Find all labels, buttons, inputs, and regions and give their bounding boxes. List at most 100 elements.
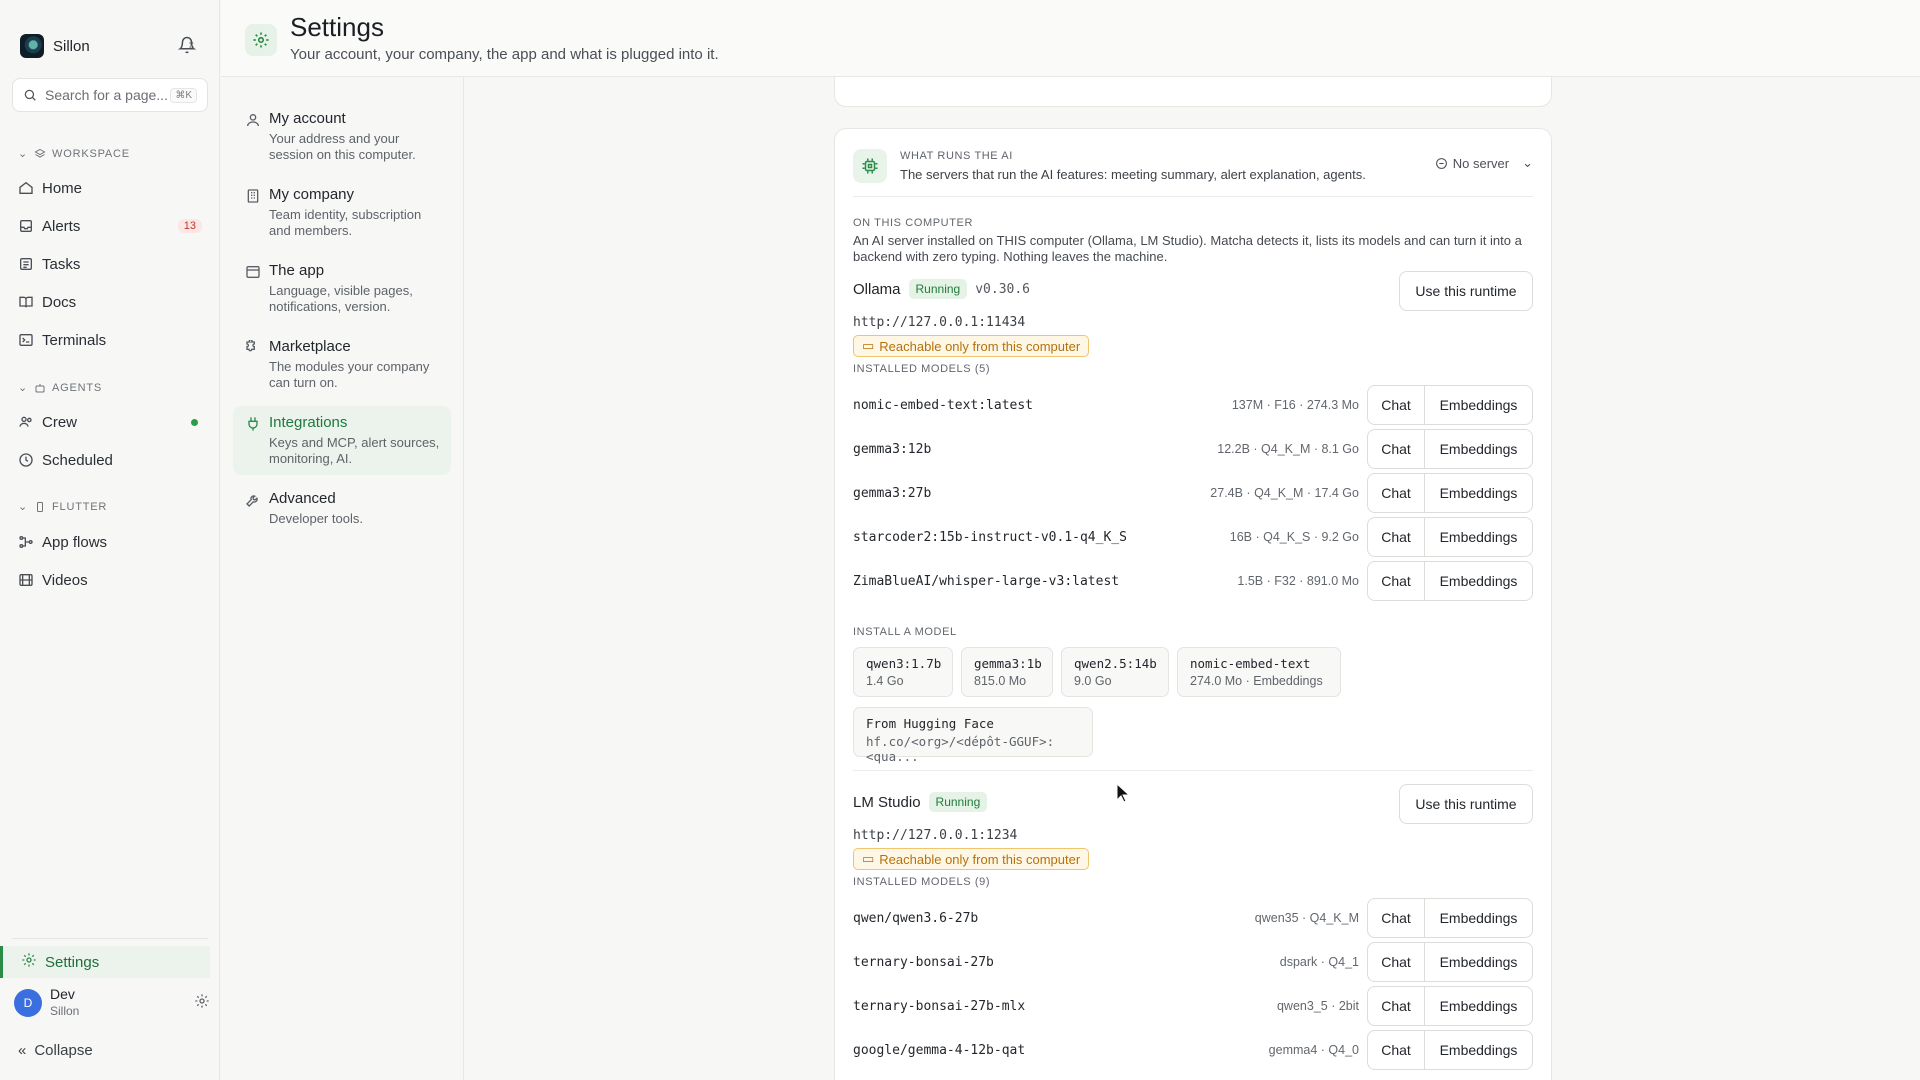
use-runtime-button[interactable]: Use this runtime: [1399, 271, 1533, 311]
sidebar-item-label: Docs: [42, 293, 77, 311]
sidebar-item-settings[interactable]: Settings: [0, 946, 210, 978]
sidebar-item-label: Terminals: [42, 331, 107, 349]
main-content: WHAT RUNS THE AI The servers that run th…: [464, 77, 1920, 1080]
embeddings-button[interactable]: Embeddings: [1425, 385, 1533, 425]
sidebar-item-terminals[interactable]: Terminals: [12, 325, 208, 355]
embeddings-button[interactable]: Embeddings: [1425, 517, 1533, 557]
install-from-hugging-face[interactable]: From Hugging Face hf.co/<org>/<dépôt-GGU…: [853, 707, 1093, 764]
bell-icon[interactable]: [177, 36, 197, 54]
settings-nav-marketplace[interactable]: Marketplace The modules your company can…: [233, 330, 451, 399]
model-name: ternary-bonsai-27b: [853, 954, 994, 970]
search-placeholder: Search for a page...: [45, 87, 168, 103]
install-option-name: qwen3:1.7b: [866, 656, 942, 671]
card-header: WHAT RUNS THE AI The servers that run th…: [853, 147, 1533, 197]
online-dot: [191, 418, 198, 426]
install-option-size: 9.0 Go: [1074, 674, 1112, 688]
settings-nav-my-company[interactable]: My company Team identity, subscription a…: [233, 178, 451, 247]
previous-card: [834, 77, 1552, 107]
settings-nav-desc: Keys and MCP, alert sources, monitoring,…: [269, 435, 440, 466]
local-section-description: An AI server installed on THIS computer …: [853, 233, 1522, 264]
sidebar-item-alerts[interactable]: Alerts 13: [12, 211, 208, 241]
model-name: gemma3:12b: [853, 441, 932, 457]
model-meta: 12.2B · Q4_K_M · 8.1 Go: [1217, 442, 1359, 456]
sidebar-item-label: Alerts: [42, 217, 81, 235]
gear-icon: [21, 952, 37, 972]
installed-models-label: INSTALLED MODELS (5): [853, 363, 991, 375]
chat-button[interactable]: Chat: [1367, 561, 1425, 601]
collapse-label: Collapse: [34, 1042, 93, 1059]
settings-nav-the-app[interactable]: The app Language, visible pages, notific…: [233, 254, 451, 323]
sidebar-item-scheduled[interactable]: Scheduled: [12, 445, 208, 475]
install-option-size: 1.4 Go: [866, 674, 904, 688]
gear-icon[interactable]: [194, 993, 210, 1013]
chat-button[interactable]: Chat: [1367, 986, 1425, 1026]
settings-nav-title: The app: [269, 262, 325, 279]
install-option-qwen2.5-14b[interactable]: qwen2.5:14b 9.0 Go: [1061, 647, 1169, 697]
embeddings-button[interactable]: Embeddings: [1425, 898, 1533, 938]
sidebar-item-videos[interactable]: Videos: [12, 565, 208, 595]
install-option-name: qwen2.5:14b: [1074, 656, 1157, 671]
card-kicker: WHAT RUNS THE AI: [900, 150, 1013, 162]
install-option-gemma3-1b[interactable]: gemma3:1b 815.0 Mo: [961, 647, 1053, 697]
install-option-size: 815.0 Mo: [974, 674, 1027, 688]
embeddings-button[interactable]: Embeddings: [1425, 473, 1533, 513]
reachability-badge: ▭ Reachable only from this computer: [853, 335, 1090, 357]
settings-nav-integrations[interactable]: Integrations Keys and MCP, alert sources…: [233, 406, 451, 475]
laptop-icon: ▭: [862, 338, 875, 353]
embeddings-button[interactable]: Embeddings: [1425, 986, 1533, 1026]
inbox-icon: [18, 218, 34, 234]
runtime-lm-studio: LM Studio Running: [853, 792, 988, 812]
install-option-nomic-embed-text[interactable]: nomic-embed-text 274.0 Mo · Embeddings: [1177, 647, 1341, 697]
settings-nav-title: Marketplace: [269, 338, 351, 355]
section-agents[interactable]: ⌄ AGENTS: [18, 381, 102, 395]
sidebar-item-app-flows[interactable]: App flows: [12, 527, 208, 557]
section-flutter[interactable]: ⌄ FLUTTER: [18, 500, 107, 514]
sidebar-item-label: Home: [42, 179, 83, 197]
settings-nav-title: My account: [269, 110, 346, 127]
embeddings-button[interactable]: Embeddings: [1425, 1030, 1533, 1070]
embeddings-button[interactable]: Embeddings: [1425, 942, 1533, 982]
page-title: Settings: [290, 12, 384, 42]
sidebar-item-crew[interactable]: Crew: [12, 407, 208, 437]
chat-button[interactable]: Chat: [1367, 385, 1425, 425]
sidebar-item-home[interactable]: Home: [12, 173, 208, 203]
search-input[interactable]: Search for a page... ⌘K: [12, 78, 208, 112]
settings-nav-my-account[interactable]: My account Your address and your session…: [233, 102, 451, 171]
user-menu[interactable]: D Dev Sillon: [14, 985, 210, 1021]
runtime-version: v0.30.6: [975, 281, 1031, 297]
chat-button[interactable]: Chat: [1367, 1030, 1425, 1070]
settings-nav-advanced[interactable]: Advanced Developer tools.: [233, 482, 451, 535]
hugging-face-title: From Hugging Face: [866, 716, 994, 731]
gear-icon: [245, 24, 277, 56]
chevrons-left-icon: «: [18, 1042, 27, 1059]
use-runtime-button[interactable]: Use this runtime: [1399, 784, 1533, 824]
model-row: nomic-embed-text:latest 137M · F16 · 274…: [853, 385, 1533, 425]
collapse-button[interactable]: « Collapse: [18, 1042, 93, 1059]
user-icon: [245, 112, 261, 128]
terminal-icon: [18, 332, 34, 348]
hugging-face-hint: hf.co/<org>/<dépôt-GGUF>:<qua...: [866, 734, 1055, 764]
install-option-size: 274.0 Mo · Embeddings: [1190, 674, 1323, 688]
settings-nav-desc: Language, visible pages, notifications, …: [269, 283, 413, 314]
chat-button[interactable]: Chat: [1367, 942, 1425, 982]
workspace-switcher[interactable]: Sillon ⇕: [20, 34, 196, 58]
section-workspace[interactable]: ⌄ WORKSPACE: [18, 147, 130, 161]
chat-button[interactable]: Chat: [1367, 517, 1425, 557]
embeddings-button[interactable]: Embeddings: [1425, 561, 1533, 601]
install-option-qwen3-1.7b[interactable]: qwen3:1.7b 1.4 Go: [853, 647, 953, 697]
sidebar-item-docs[interactable]: Docs: [12, 287, 208, 317]
model-row: ZimaBlueAI/whisper-large-v3:latest 1.5B …: [853, 561, 1533, 601]
card-description: The servers that run the AI features: me…: [900, 167, 1366, 182]
server-status-dropdown[interactable]: No server ⌄: [1435, 155, 1533, 171]
embeddings-button[interactable]: Embeddings: [1425, 429, 1533, 469]
film-icon: [18, 572, 34, 588]
sidebar-item-label: Settings: [45, 953, 100, 971]
sidebar-item-tasks[interactable]: Tasks: [12, 249, 208, 279]
chat-button[interactable]: Chat: [1367, 898, 1425, 938]
flow-icon: [18, 534, 34, 550]
settings-nav-desc: Your address and your session on this co…: [269, 131, 416, 162]
chat-button[interactable]: Chat: [1367, 473, 1425, 513]
chat-button[interactable]: Chat: [1367, 429, 1425, 469]
model-meta: dspark · Q4_1: [1279, 955, 1359, 969]
settings-nav-title: Advanced: [269, 490, 336, 507]
